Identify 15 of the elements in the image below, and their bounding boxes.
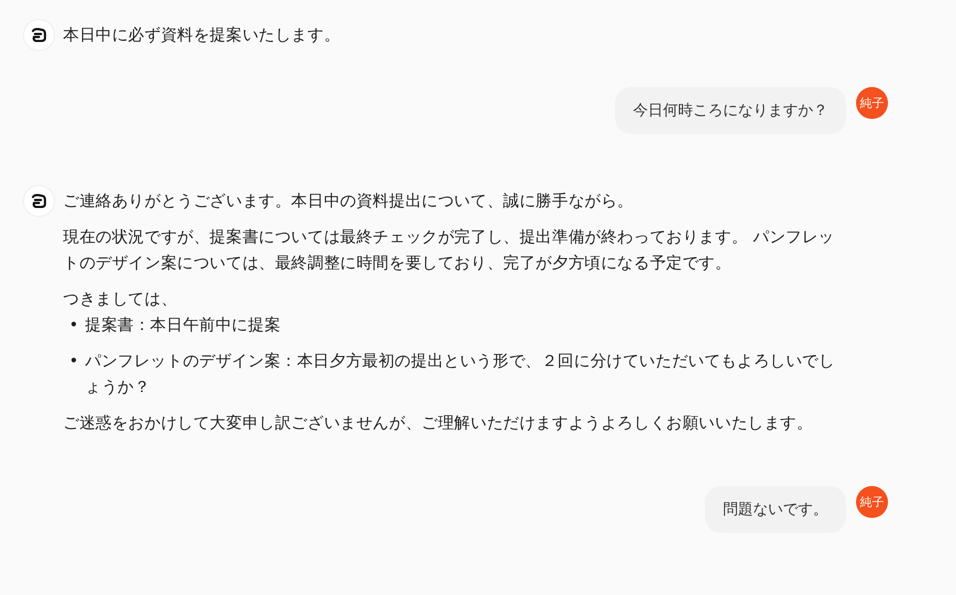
- bullet: •: [69, 314, 77, 336]
- message-bubble: 今日何時ころになりますか？: [615, 87, 846, 134]
- message-text: ご連絡ありがとうございます。本日中の資料提出について、誠に勝手ながら。: [63, 190, 634, 212]
- list-item: 提案書：本日午前中に提案: [85, 314, 282, 336]
- message-bubble: 問題ないです。: [705, 486, 846, 533]
- message-text: つきましては、: [63, 288, 178, 310]
- message-text: 現在の状況ですが、提案書については最終チェックが完了し、提出準備が終わっております。 パンフレットのデザイン案については、最終調整に時間を要しており、完了が夕方頃になる予定です。: [63, 226, 836, 274]
- bullet: •: [69, 350, 77, 372]
- assistant-avatar-icon: [24, 186, 54, 216]
- user-avatar: 純子: [856, 87, 888, 119]
- list-item: パンフレットのデザイン案：本日夕方最初の提出という形で、２回に分けていただいてもよろしいでしょうか？: [85, 350, 836, 398]
- user-avatar: 純子: [856, 486, 888, 518]
- assistant-avatar-icon: [24, 20, 54, 50]
- message-text: 本日中に必ず資料を提案いたします。: [63, 24, 342, 46]
- message-text: ご迷惑をおかけして大変申し訳ございませんが、ご理解いただけますようよろしくお願いいたします。: [63, 412, 814, 434]
